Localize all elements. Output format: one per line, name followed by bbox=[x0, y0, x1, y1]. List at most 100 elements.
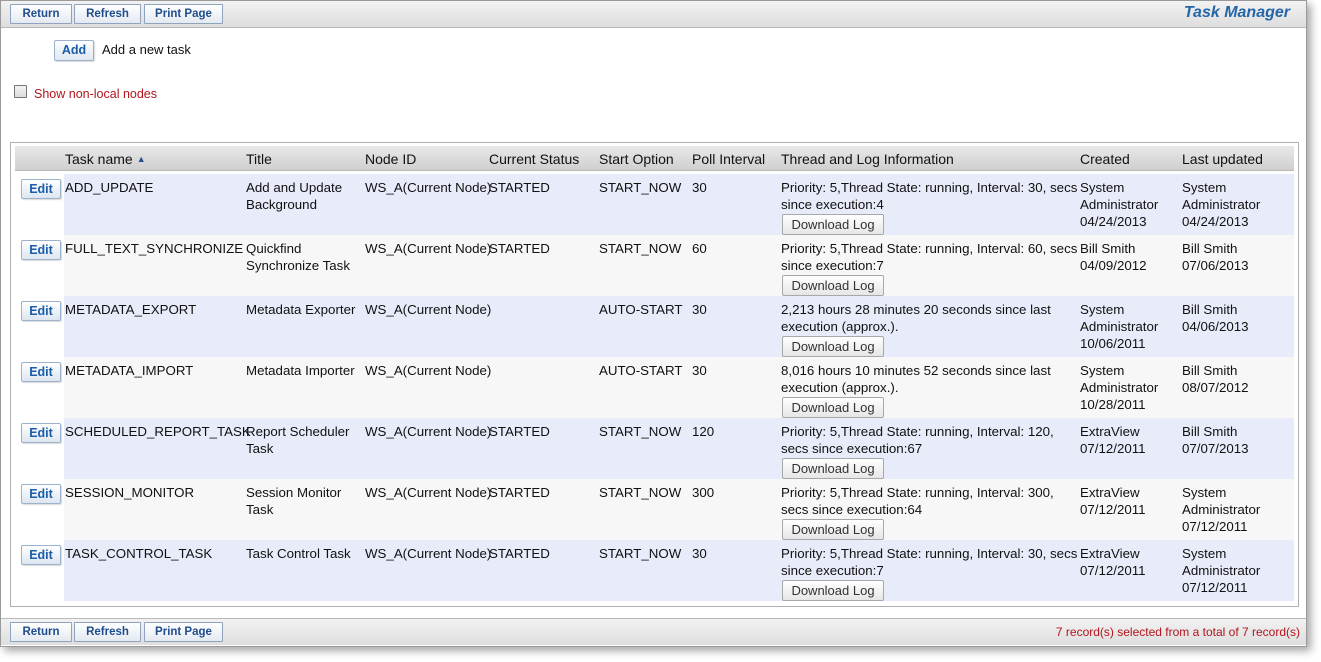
start-option-cell: START_NOW bbox=[599, 423, 681, 440]
task-name-cell: ADD_UPDATE bbox=[65, 179, 153, 196]
thread-log-cell-line: Priority: 5,Thread State: running, Inter… bbox=[781, 546, 1078, 561]
node-id-cell: WS_A(Current Node) bbox=[365, 484, 491, 501]
column-header-current-status[interactable]: Current Status bbox=[489, 151, 579, 167]
column-header-title[interactable]: Title bbox=[246, 151, 272, 167]
edit-button[interactable]: Edit bbox=[21, 484, 61, 504]
status-cell: STARTED bbox=[489, 484, 550, 501]
edit-button[interactable]: Edit bbox=[21, 362, 61, 382]
last-updated-cell: Bill Smith 08/07/2012 bbox=[1182, 362, 1249, 396]
column-header-thread-log[interactable]: Thread and Log Information bbox=[781, 151, 954, 167]
title-cell: Session Monitor Task bbox=[246, 484, 341, 518]
created-cell-line: System bbox=[1080, 363, 1125, 378]
column-header-start-option[interactable]: Start Option bbox=[599, 151, 674, 167]
last-updated-cell-line: System bbox=[1182, 180, 1227, 195]
column-header-node-id[interactable]: Node ID bbox=[365, 151, 416, 167]
created-cell-line: 07/12/2011 bbox=[1080, 502, 1146, 517]
download-log-button[interactable]: Download Log bbox=[782, 336, 884, 357]
download-log-button[interactable]: Download Log bbox=[782, 214, 884, 235]
sort-ascending-icon[interactable]: ▲ bbox=[137, 154, 146, 164]
created-cell-line: ExtraView bbox=[1080, 546, 1140, 561]
poll-interval-cell: 30 bbox=[692, 301, 707, 318]
start-option-cell: AUTO-START bbox=[599, 362, 682, 379]
edit-button[interactable]: Edit bbox=[21, 301, 61, 321]
poll-interval-cell: 30 bbox=[692, 179, 707, 196]
add-task-button[interactable]: Add bbox=[54, 40, 94, 61]
thread-log-cell-line: 2,213 hours 28 minutes 20 seconds since … bbox=[781, 302, 1051, 317]
start-option-cell-line: START_NOW bbox=[599, 241, 682, 256]
last-updated-cell: Bill Smith 07/06/2013 bbox=[1182, 240, 1249, 274]
last-updated-cell-line: 07/06/2013 bbox=[1182, 258, 1249, 273]
last-updated-cell: Bill Smith 04/06/2013 bbox=[1182, 301, 1249, 335]
node-id-cell-line: WS_A(Current Node) bbox=[365, 546, 492, 561]
download-log-button[interactable]: Download Log bbox=[782, 458, 884, 479]
node-id-cell: WS_A(Current Node) bbox=[365, 179, 491, 196]
poll-interval-cell-line: 60 bbox=[692, 241, 707, 256]
task-name-cell-line: ADD_UPDATE bbox=[65, 180, 154, 195]
created-cell-line: 10/06/2011 bbox=[1080, 336, 1146, 351]
edit-button[interactable]: Edit bbox=[21, 545, 61, 565]
task-name-cell-line: FULL_TEXT_SYNCHRONIZE bbox=[65, 241, 244, 256]
last-updated-cell-line: Bill Smith bbox=[1182, 424, 1238, 439]
edit-button[interactable]: Edit bbox=[21, 179, 61, 199]
thread-log-cell-line: execution (approx.). bbox=[781, 380, 899, 395]
node-id-cell: WS_A(Current Node) bbox=[365, 362, 491, 379]
title-cell-line: Synchronize Task bbox=[246, 258, 350, 273]
last-updated-cell-line: 07/12/2011 bbox=[1182, 519, 1248, 534]
last-updated-cell: System Administrator 07/12/2011 bbox=[1182, 484, 1260, 535]
refresh-button[interactable]: Refresh bbox=[74, 4, 141, 24]
download-log-button[interactable]: Download Log bbox=[782, 519, 884, 540]
last-updated-cell: System Administrator 07/12/2011 bbox=[1182, 545, 1260, 596]
node-id-cell: WS_A(Current Node) bbox=[365, 545, 491, 562]
show-non-local-nodes-label[interactable]: Show non-local nodes bbox=[34, 87, 157, 101]
task-name-cell: FULL_TEXT_SYNCHRONIZE bbox=[65, 240, 243, 257]
last-updated-cell-line: System bbox=[1182, 485, 1227, 500]
title-cell-line: Metadata Exporter bbox=[246, 302, 356, 317]
column-header-task-name[interactable]: Task name ▲ bbox=[65, 151, 146, 167]
task-name-cell: SESSION_MONITOR bbox=[65, 484, 194, 501]
edit-cell: Edit bbox=[15, 174, 63, 235]
return-button[interactable]: Return bbox=[10, 4, 72, 24]
poll-interval-cell: 120 bbox=[692, 423, 714, 440]
refresh-button-bottom[interactable]: Refresh bbox=[74, 622, 141, 642]
start-option-cell-line: START_NOW bbox=[599, 180, 682, 195]
poll-interval-cell-line: 30 bbox=[692, 180, 707, 195]
column-header-created[interactable]: Created bbox=[1080, 151, 1130, 167]
thread-log-cell-line: Priority: 5,Thread State: running, Inter… bbox=[781, 424, 1054, 439]
task-table: Task name ▲ Title Node ID Current Status … bbox=[10, 142, 1299, 607]
thread-log-cell-line: since execution:7 bbox=[781, 563, 884, 578]
node-id-cell: WS_A(Current Node) bbox=[365, 301, 491, 318]
last-updated-cell-line: 08/07/2012 bbox=[1182, 380, 1249, 395]
poll-interval-cell-line: 120 bbox=[692, 424, 715, 439]
download-log-button[interactable]: Download Log bbox=[782, 580, 884, 601]
created-cell-line: System bbox=[1080, 302, 1125, 317]
edit-button[interactable]: Edit bbox=[21, 423, 61, 443]
task-name-cell-line: SCHEDULED_REPORT_TASK bbox=[65, 424, 251, 439]
last-updated-cell-line: Administrator bbox=[1182, 563, 1261, 578]
thread-log-cell-line: Priority: 5,Thread State: running, Inter… bbox=[781, 241, 1078, 256]
download-log-button[interactable]: Download Log bbox=[782, 397, 884, 418]
download-log-button[interactable]: Download Log bbox=[782, 275, 884, 296]
column-header-last-updated[interactable]: Last updated bbox=[1182, 151, 1263, 167]
print-page-button-bottom[interactable]: Print Page bbox=[144, 622, 223, 642]
return-button-bottom[interactable]: Return bbox=[10, 622, 72, 642]
created-cell-line: Administrator bbox=[1080, 197, 1159, 212]
title-cell: Report Scheduler Task bbox=[246, 423, 349, 457]
thread-log-cell-line: since execution:7 bbox=[781, 258, 884, 273]
node-id-cell-line: WS_A(Current Node) bbox=[365, 424, 492, 439]
start-option-cell-line: START_NOW bbox=[599, 424, 682, 439]
print-page-button[interactable]: Print Page bbox=[144, 4, 223, 24]
title-cell: Metadata Importer bbox=[246, 362, 355, 379]
thread-log-cell-line: 8,016 hours 10 minutes 52 seconds since … bbox=[781, 363, 1051, 378]
poll-interval-cell: 30 bbox=[692, 545, 707, 562]
table-row: Edit METADATA_IMPORT Metadata Importer WS_A… bbox=[15, 357, 1294, 418]
column-header-poll-interval[interactable]: Poll Interval bbox=[692, 151, 765, 167]
show-non-local-nodes-checkbox[interactable] bbox=[14, 85, 27, 98]
edit-button[interactable]: Edit bbox=[21, 240, 61, 260]
start-option-cell: START_NOW bbox=[599, 240, 681, 257]
task-name-cell: METADATA_IMPORT bbox=[65, 362, 193, 379]
task-name-cell-line: METADATA_IMPORT bbox=[65, 363, 194, 378]
last-updated-cell: Bill Smith 07/07/2013 bbox=[1182, 423, 1249, 457]
thread-log-cell: Priority: 5,Thread State: running, Inter… bbox=[781, 179, 1077, 213]
poll-interval-cell: 300 bbox=[692, 484, 714, 501]
last-updated-cell-line: Bill Smith bbox=[1182, 302, 1238, 317]
